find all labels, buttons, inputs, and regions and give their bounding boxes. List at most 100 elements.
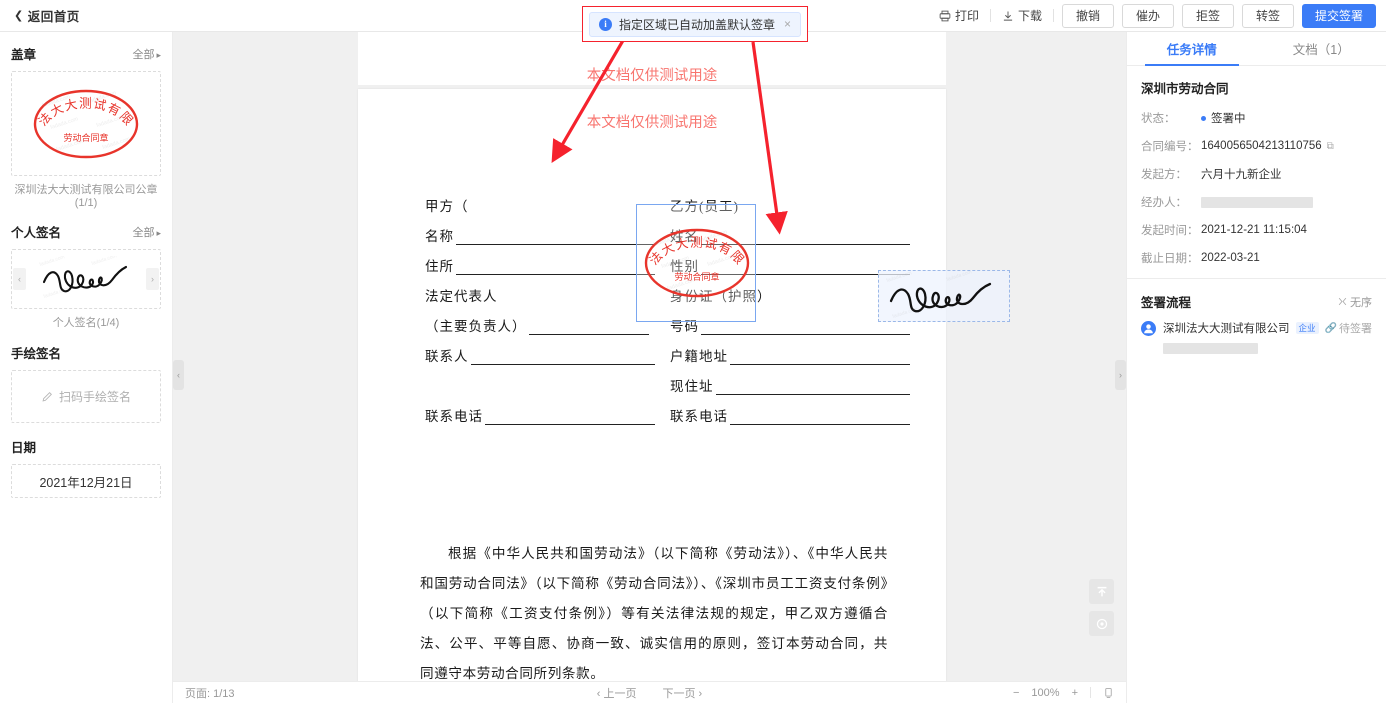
download-label: 下载 xyxy=(1017,9,1042,23)
field-label: 住所 xyxy=(425,259,454,274)
zoom-in-button[interactable]: + xyxy=(1072,687,1078,699)
company-seal-graphic: 深圳法大大测试有限公司 劳动合同章 fadada.com fadada.com … xyxy=(27,83,139,158)
link-icon[interactable]: 🔗 xyxy=(1325,323,1337,334)
submit-sign-button[interactable]: 提交签署 xyxy=(1301,3,1376,28)
status-badge: 签署中 xyxy=(1201,110,1246,126)
signature-view-all-button[interactable]: 全部 ▸ xyxy=(132,224,161,240)
signature-section-header: 个人签名 全部 ▸ xyxy=(11,222,161,241)
svg-text:劳动合同章: 劳动合同章 xyxy=(63,132,108,143)
detail-value: 1640056504213110756 ⧉ xyxy=(1201,140,1334,152)
zoom-controls: − 100% + xyxy=(1013,687,1114,699)
detail-key: 合同编号： xyxy=(1141,141,1199,153)
placed-signature-graphic: fadada.com fadada.com fadada.com xyxy=(886,271,992,320)
collapse-right-handle[interactable]: › xyxy=(1115,360,1126,390)
divider xyxy=(1052,9,1054,22)
tab-documents[interactable]: 文档（1） xyxy=(1257,32,1386,65)
back-home-label: 返回首页 xyxy=(27,10,80,24)
collapse-left-handle[interactable]: ‹ xyxy=(173,360,184,390)
revoke-button[interactable]: 撤销 xyxy=(1061,3,1114,28)
locate-field-button[interactable] xyxy=(1089,611,1114,636)
chevron-right-icon: ▸ xyxy=(156,227,161,238)
flow-item-line: 深圳法大大测试有限公司 企业 🔗 xyxy=(1163,320,1339,336)
document-page[interactable]: 本文档仅供测试用途 甲方（ 名称 住所 法定代表人 （主要负责人） 联系人 联系… xyxy=(358,89,946,681)
contract-paragraph: 根据《中华人民共和国劳动法》（以下简称《劳动法》）、《中华人民共和国劳动合同法》… xyxy=(420,546,888,681)
handwrite-placeholder: 扫码手绘签名 xyxy=(41,388,131,405)
print-button[interactable]: 打印 xyxy=(928,7,990,24)
zoom-level: 100% xyxy=(1031,686,1060,699)
page-scroll-area[interactable]: 本文档仅供测试用途 本文档仅供测试用途 甲方（ 名称 住所 法定代表人 （主要负… xyxy=(173,32,1126,681)
chevron-left-icon: ❮ xyxy=(14,10,24,22)
urge-button[interactable]: 催办 xyxy=(1121,3,1174,28)
flow-title: 签署流程 xyxy=(1141,296,1192,310)
field-row: 名称 xyxy=(425,215,655,245)
printer-icon xyxy=(939,10,951,21)
field-row: 现住址 xyxy=(670,365,910,395)
date-card[interactable]: 2021年12月21日 xyxy=(11,464,161,498)
stamp-section-title: 盖章 xyxy=(11,48,37,62)
detail-value: 六月十九新企业 xyxy=(1201,169,1282,181)
tab-task-detail[interactable]: 任务详情 xyxy=(1127,32,1257,66)
entity-type-badge: 企业 xyxy=(1295,321,1319,335)
arrow-up-icon xyxy=(1097,586,1106,596)
placed-signature-field[interactable]: fadada.com fadada.com fadada.com xyxy=(878,270,1010,322)
next-page-button[interactable]: 下一页 › xyxy=(663,685,703,701)
person-icon xyxy=(1144,324,1153,334)
transfer-sign-button[interactable]: 转签 xyxy=(1241,3,1294,28)
detail-value: 2022-03-21 xyxy=(1201,252,1260,264)
prev-page-button[interactable]: ‹ 上一页 xyxy=(597,685,637,701)
stamp-card[interactable]: 深圳法大大测试有限公司 劳动合同章 fadada.com fadada.com … xyxy=(11,71,161,176)
field-row: （主要负责人） xyxy=(425,305,655,335)
back-home-button[interactable]: ❮ 返回首页 xyxy=(14,6,80,25)
copy-icon[interactable]: ⧉ xyxy=(1327,141,1334,152)
date-value: 2021年12月21日 xyxy=(39,475,133,490)
field-row: 住所 xyxy=(425,245,655,275)
signature-card[interactable]: ‹ fadada.com fadada.com fadada.com › xyxy=(11,249,161,309)
flow-header: 签署流程 无序 xyxy=(1127,279,1386,320)
pencil-icon xyxy=(42,391,52,402)
field-underline[interactable] xyxy=(470,350,655,365)
download-button[interactable]: 下载 xyxy=(991,7,1053,24)
signature-section-title: 个人签名 xyxy=(11,226,62,240)
zoom-out-button[interactable]: − xyxy=(1013,687,1019,699)
field-row: 法定代表人 xyxy=(425,275,655,305)
status-dot-icon xyxy=(1201,115,1206,121)
flow-order-indicator: 无序 xyxy=(1338,294,1372,310)
signer-status: 待签署 xyxy=(1339,323,1372,335)
avatar xyxy=(1141,321,1156,336)
stamp-view-all-label: 全部 xyxy=(132,48,155,61)
field-underline[interactable] xyxy=(456,260,655,275)
sign-workbench: ❮ 返回首页 打印 下载 撤销 催办 拒签 转签 提交签署 i 指定区域已自动加… xyxy=(0,0,1386,703)
fit-page-icon[interactable] xyxy=(1103,687,1114,699)
contract-number: 1640056504213110756 xyxy=(1201,140,1322,152)
signature-prev-button[interactable]: ‹ xyxy=(13,268,26,290)
signature-next-button[interactable]: › xyxy=(146,268,159,290)
placed-seal-graphic: 深圳法大大测试有限公司 劳动合同章 fadada.com fadada.com … xyxy=(638,222,750,298)
flow-list-item[interactable]: 深圳法大大测试有限公司 企业 🔗 待签署 xyxy=(1127,320,1386,354)
field-underline[interactable] xyxy=(456,230,655,245)
field-underline[interactable] xyxy=(730,350,910,365)
redacted-signer-contact xyxy=(1163,343,1258,354)
detail-row-initiator: 发起方： 六月十九新企业 xyxy=(1141,166,1372,182)
field-row: 联系电话 xyxy=(670,395,910,425)
detail-row-operator: 经办人： xyxy=(1141,194,1372,210)
reject-sign-button[interactable]: 拒签 xyxy=(1181,3,1234,28)
auto-stamp-notice: i 指定区域已自动加盖默认签章 × xyxy=(588,11,802,37)
close-icon[interactable]: × xyxy=(784,17,791,31)
handwritten-signature-graphic: fadada.com fadada.com fadada.com xyxy=(39,256,128,300)
divider xyxy=(1090,687,1091,698)
field-underline[interactable] xyxy=(730,410,910,425)
placed-stamp-field[interactable]: 深圳法大大测试有限公司 劳动合同章 fadada.com fadada.com … xyxy=(636,204,756,322)
date-section-title: 日期 xyxy=(11,441,37,455)
detail-row-contract-no: 合同编号： 1640056504213110756 ⧉ xyxy=(1141,138,1372,154)
detail-value: 2021-12-21 11:15:04 xyxy=(1201,224,1307,236)
field-label: 联系电话 xyxy=(425,409,483,424)
field-underline[interactable] xyxy=(485,410,655,425)
field-underline[interactable] xyxy=(715,380,910,395)
stamp-view-all-button[interactable]: 全部 ▸ xyxy=(132,46,161,62)
svg-text:fadada.com: fadada.com xyxy=(39,256,66,268)
handwrite-card[interactable]: 扫码手绘签名 xyxy=(11,370,161,423)
page-content: 本文档仅供测试用途 甲方（ 名称 住所 法定代表人 （主要负责人） 联系人 联系… xyxy=(358,89,946,681)
scroll-to-top-button[interactable] xyxy=(1089,579,1114,604)
field-underline[interactable] xyxy=(528,320,649,335)
status-text: 签署中 xyxy=(1211,113,1246,125)
